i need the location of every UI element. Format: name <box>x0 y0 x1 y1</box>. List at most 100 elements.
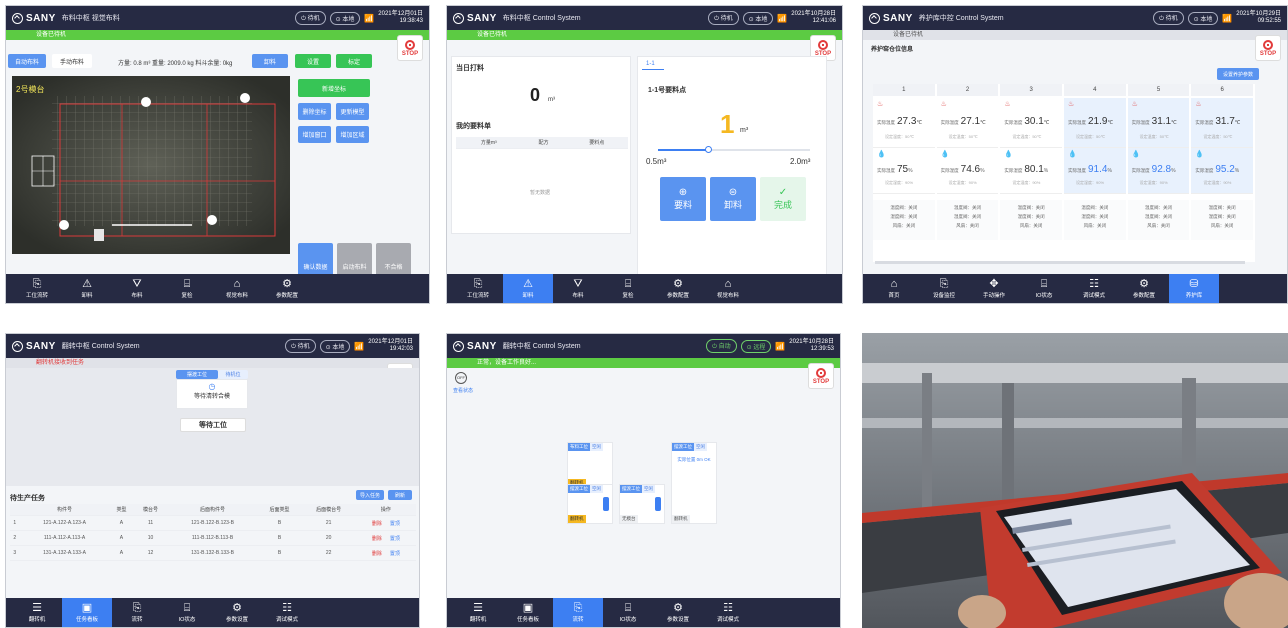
nav-flow[interactable]: ⎘ 流转 <box>553 598 603 627</box>
temp-label: 实际温度 <box>1195 120 1214 125</box>
delete-link[interactable]: 删除 <box>372 536 382 542</box>
tab-point[interactable]: 1-1 <box>646 61 655 67</box>
table-cell: 20 <box>301 530 356 546</box>
mode-standby-pill[interactable]: ⏻ 待机 <box>708 11 739 25</box>
tab-auto[interactable]: 自动布料 <box>8 54 46 68</box>
nav-io[interactable]: ⌸ IO状态 <box>603 598 653 627</box>
nav-visual-distribute[interactable]: ⌂ 视觉布料 <box>212 274 262 303</box>
unload-button[interactable]: 卸料 <box>252 54 288 68</box>
nav-task-board[interactable]: ▣ 任务看板 <box>62 598 112 627</box>
nav-label: 任务看板 <box>75 617 98 623</box>
station-box-2[interactable]: 摆渡工位 空闲 翻转机 <box>567 484 613 524</box>
stop-button[interactable]: STOP <box>1255 35 1281 61</box>
nav-params[interactable]: ⚙ 参数配置 <box>653 274 703 303</box>
nav-unload[interactable]: ⚠ 卸料 <box>62 274 112 303</box>
nav-flipper[interactable]: ☰ 翻转机 <box>453 598 503 627</box>
position-marker <box>655 497 661 511</box>
nav-visual-distribute[interactable]: ⌂ 视觉布料 <box>703 274 753 303</box>
nav-curing[interactable]: ⛁ 养护库 <box>1169 274 1219 303</box>
nav-params[interactable]: ⚙ 参数配置 <box>1119 274 1169 303</box>
table-cell: A <box>109 545 134 561</box>
pin-top-link[interactable]: 置顶 <box>390 551 400 557</box>
refresh-button[interactable]: 刷新 <box>388 490 412 500</box>
unload-material-button[interactable]: ⊜ 卸料 <box>710 177 756 221</box>
slider-handle[interactable] <box>705 146 713 153</box>
nav-distribute[interactable]: ⛛ 布料 <box>112 274 162 303</box>
add-window-button[interactable]: 增加窗口 <box>298 126 331 143</box>
mode-local-pill[interactable]: ⊙ 本地 <box>742 11 774 25</box>
nav-debug[interactable]: ☷ 调试模式 <box>262 598 312 627</box>
camera-view[interactable]: 2号模台 <box>12 76 290 254</box>
nav-io[interactable]: ⌸ IO状态 <box>162 598 212 627</box>
nav-unload[interactable]: ⚠ 卸料 <box>503 274 553 303</box>
nav-params[interactable]: ⚙ 参数设置 <box>653 598 703 627</box>
delete-link[interactable]: 删除 <box>372 551 382 557</box>
humidity-block: 💧 实际湿度 74.6% 设定湿度：90% <box>936 148 999 194</box>
nav-distribute[interactable]: ⛛ 布料 <box>553 274 603 303</box>
pin-top-link[interactable]: 置顶 <box>390 521 400 527</box>
nav-station-flow[interactable]: ⎘ 工位流转 <box>453 274 503 303</box>
nav-params[interactable]: ⚙ 参数配置 <box>262 274 312 303</box>
stop-button[interactable]: STOP <box>397 35 423 61</box>
pin-top-link[interactable]: 置顶 <box>390 536 400 542</box>
nav-flipper[interactable]: ☰ 翻转机 <box>12 598 62 627</box>
nav-monitor[interactable]: ⎘ 设备监控 <box>919 274 969 303</box>
valve-block: 温度阀：关闭 湿度阀：关闭 风扇：关闭 <box>1064 200 1126 240</box>
settings-button[interactable]: 设置 <box>295 54 331 68</box>
nav-recheck[interactable]: ⌸ 复检 <box>603 274 653 303</box>
task-title: 待生产任务 <box>10 495 45 502</box>
update-model-button[interactable]: 更新模型 <box>336 103 369 120</box>
sany-logo-icon <box>453 340 464 352</box>
add-coord-button[interactable]: 新增坐标 <box>298 79 370 97</box>
nav-task-board[interactable]: ▣ 任务看板 <box>503 598 553 627</box>
nav-label: 参数配置 <box>1132 293 1155 299</box>
calibrate-button[interactable]: 标定 <box>336 54 372 68</box>
request-material-button[interactable]: ⊕ 要料 <box>660 177 706 221</box>
hum-unit: % <box>1107 168 1112 174</box>
nav-home[interactable]: ⌂ 首页 <box>869 274 919 303</box>
nav-params[interactable]: ⚙ 参数设置 <box>212 598 262 627</box>
panel-flip-task: SANY 翻转中枢 Control System ⏻ 待机 ⊙ 本地 📶 202… <box>5 333 420 628</box>
set-curing-button[interactable]: 设置养护参数 <box>1217 68 1259 80</box>
wait-station-button[interactable]: 等待工位 <box>180 418 246 432</box>
import-task-button[interactable]: 导入任务 <box>356 490 384 500</box>
tab-manual[interactable]: 手动布料 <box>52 54 92 68</box>
mode-standby-pill[interactable]: ⏻ 待机 <box>295 11 326 25</box>
station-state: 空闲 <box>642 485 655 493</box>
mode-auto-pill[interactable]: ⏻ 自动 <box>706 339 737 353</box>
nav-flow[interactable]: ⎘ 流转 <box>112 598 162 627</box>
nav-station-flow[interactable]: ⎘ 工位流转 <box>12 274 62 303</box>
delete-link[interactable]: 删除 <box>372 521 382 527</box>
thermometer-icon: ♨ <box>1068 101 1075 108</box>
station-box-3[interactable]: 摆渡工位 空闲 无模台 <box>619 484 665 524</box>
clock-time: 12:39:53 <box>810 346 834 352</box>
tab-ferry-station[interactable]: 摆渡工位 <box>176 370 218 379</box>
col-header: 模台号 <box>133 504 168 516</box>
quantity-slider[interactable] <box>658 146 810 153</box>
nav-recheck[interactable]: ⌸ 复检 <box>162 274 212 303</box>
mode-local-pill[interactable]: ⊙ 本地 <box>329 11 361 25</box>
nav-io[interactable]: ⌸ IO状态 <box>1019 274 1069 303</box>
delete-coord-button[interactable]: 删除坐标 <box>298 103 331 120</box>
horizontal-scrollbar[interactable] <box>875 261 1245 264</box>
temp-setpoint: 设定温度：50℃ <box>948 134 978 139</box>
tab-standby-station[interactable]: 待机位 <box>218 370 248 379</box>
unload-icon: ⚠ <box>82 278 92 290</box>
mode-local-pill[interactable]: ⊙ 本地 <box>319 339 351 353</box>
station-box-1[interactable]: 布料工位 空闲 翻转机 <box>567 442 613 488</box>
complete-button[interactable]: ✓ 完成 <box>760 177 806 221</box>
station-box-4[interactable]: 摆渡工位 空闲 实际位置 0m OK 翻转机 <box>671 442 717 524</box>
table-body: 1 121-A.122-A.123-A A 11 121-B.122-B.123-B B 2… <box>10 515 416 561</box>
mode-remote-pill[interactable]: ⊙ 远程 <box>740 339 772 353</box>
kiln-number: 3 <box>1000 84 1062 96</box>
nav-manual[interactable]: ✥ 手动操作 <box>969 274 1019 303</box>
mode-local-pill[interactable]: ⊙ 本地 <box>1187 11 1219 25</box>
add-area-button[interactable]: 增加区域 <box>336 126 369 143</box>
nav-debug[interactable]: ☷ 调试模式 <box>1069 274 1119 303</box>
nav-debug[interactable]: ☷ 调试模式 <box>703 598 753 627</box>
table-cell: 121-A.122-A.123-A <box>19 515 110 531</box>
col-header: 配方 <box>521 137 566 149</box>
mode-standby-pill[interactable]: ⏻ 待机 <box>285 339 316 353</box>
mode-standby-pill[interactable]: ⏻ 待机 <box>1153 11 1184 25</box>
mode-label: 待机 <box>720 16 733 22</box>
